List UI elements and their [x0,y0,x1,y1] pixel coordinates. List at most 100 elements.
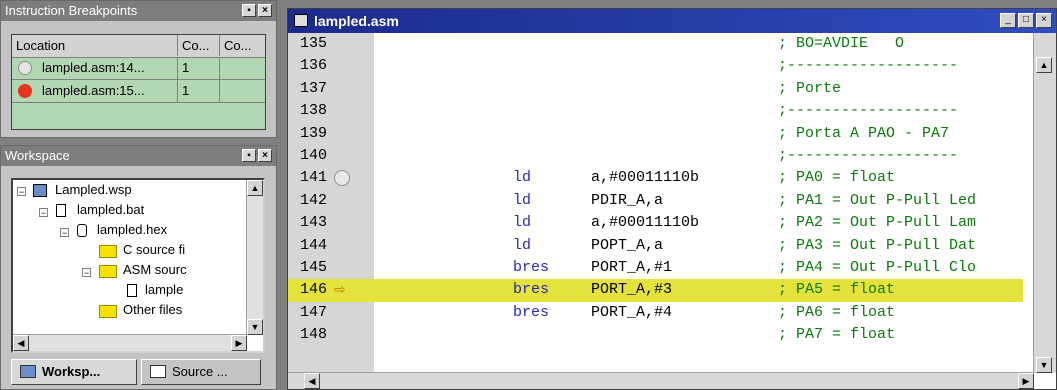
editor-title: lampled.asm [288,9,1056,33]
code-line[interactable]: 145 bres PORT_A,#1 ; PA4 = Out P-Pull Clo [288,257,1023,279]
source-icon [150,365,166,378]
breakpoints-table: Location Co... Co... lampled.asm:14... 1… [11,34,266,130]
editor-title-text: lampled.asm [314,13,399,29]
code-line[interactable]: 142 ld PDIR_A,a ; PA1 = Out P-Pull Led [288,190,1023,212]
editor-window: lampled.asm _ □ × 135 ; BO=AVDIE O 136 ;---… [287,8,1057,390]
comment: ;------------------- [778,102,959,120]
workspace-title: Workspace [1,146,276,166]
scroll-right-icon[interactable]: ▶ [231,335,247,351]
code-line[interactable]: 139 ; Porta A PAO - PA7 [288,123,1023,145]
opcode: bres [513,303,550,321]
tree-item-workspace[interactable]: Lampled.wsp [55,180,132,200]
code-line[interactable]: 147 bres PORT_A,#4 ; PA6 = float [288,302,1023,324]
tab-source[interactable]: Source ... [141,359,261,385]
tree-item-asm-source[interactable]: ASM sourc [123,260,187,280]
line-number: 142 [300,191,328,209]
comment: ; PA3 = Out P-Pull Dat [778,236,977,254]
folder-icon [99,265,117,278]
tree-item-other-files[interactable]: Other files [123,300,182,320]
asm-file-icon [294,14,308,27]
code-line[interactable]: 143 ld a,#00011110b ; PA2 = Out P-Pull Lam [288,212,1023,234]
breakpoint-enabled-icon[interactable] [18,84,32,98]
collapse-icon[interactable]: − [82,268,91,278]
document-icon [56,204,66,217]
comment: ; Porta A PAO - PA7 [778,124,950,142]
operand: PORT_A,#1 [591,259,673,276]
hex-file-icon [77,224,87,237]
breakpoint-marker-icon[interactable] [334,170,350,187]
close-button[interactable]: × [1036,13,1052,28]
scroll-left-icon[interactable]: ◀ [13,335,29,351]
workspace-tree: − Lampled.wsp − lampled.bat − lampled.he… [11,178,265,353]
code-area[interactable]: 135; BO=AVDIE O 136 ;------------------- 13… [288,33,1023,373]
column-location[interactable]: Location [12,35,178,56]
line-number: 147 [300,303,328,321]
comment: ; PA0 = float [778,169,896,187]
workspace-icon [20,365,36,378]
column-condition[interactable]: Co... [220,35,265,56]
scroll-down-icon[interactable]: ▼ [1036,357,1052,373]
current-line-arrow-icon: ⇨ [334,282,346,299]
tab-workspace[interactable]: Worksp... [11,359,137,385]
code-line[interactable]: 144 ld POPT_A,a ; PA3 = Out P-Pull Dat [288,235,1023,257]
comment: ;------------------- [778,147,959,164]
scroll-right-icon[interactable]: ▶ [1018,373,1034,389]
code-line-current[interactable]: 146 bres PORT_A,#3 ; PA5 = float ⇨ [288,279,1023,302]
comment: ;------------------- [778,57,959,75]
line-number: 144 [300,236,328,254]
tab-workspace-label: Worksp... [42,364,101,379]
breakpoint-condition [220,57,265,79]
line-number: 139 [300,124,328,142]
operand: PORT_A,#4 [591,303,673,321]
opcode: ld [513,169,532,187]
tree-item-c-source[interactable]: C source fi [123,240,185,260]
panel-close-button[interactable]: × [258,4,272,17]
breakpoint-location: lampled.asm:14... [38,57,178,79]
tab-source-label: Source ... [172,364,228,379]
breakpoint-row[interactable]: lampled.asm:15... 1 [12,80,265,103]
comment: ; PA2 = Out P-Pull Lam [778,214,977,232]
panel-dock-button[interactable]: ▪ [242,149,256,162]
collapse-icon[interactable]: − [17,187,26,197]
comment: ; PA4 = Out P-Pull Clo [778,259,977,276]
code-line[interactable]: 136 ;------------------- [288,55,1023,77]
breakpoint-row[interactable]: lampled.asm:14... 1 [12,57,265,80]
scroll-down-icon[interactable]: ▼ [247,319,263,335]
minimize-button[interactable]: _ [1000,13,1016,28]
editor-vertical-scrollbar[interactable]: ▲ ▼ [1033,33,1056,373]
operand: a,#00011110b [591,214,700,232]
panel-dock-button[interactable]: ▪ [242,4,256,17]
line-number: 140 [300,147,328,164]
code-line[interactable]: 141 ld a,#00011110b ; PA0 = float [288,167,1023,189]
tree-item-hex[interactable]: lampled.hex [97,220,167,240]
breakpoint-disabled-icon[interactable] [18,61,32,75]
editor-horizontal-scrollbar[interactable]: ◀ ▶ [288,372,1034,389]
column-count[interactable]: Co... [178,35,220,56]
line-number: 138 [300,102,328,120]
tree-item-lampled-asm[interactable]: lample [145,280,183,300]
code-line[interactable]: 137 ; Porte [288,78,1023,100]
breakpoints-panel: Instruction Breakpoints ▪ × Location Co.… [0,0,277,138]
scroll-up-icon[interactable]: ▲ [1036,57,1052,73]
operand: a,#00011110b [591,169,700,187]
code-line[interactable]: 148 ; PA7 = float [288,324,1023,346]
operand: PDIR_A,a [591,191,664,209]
comment: ; PA1 = Out P-Pull Led [778,191,977,209]
panel-close-button[interactable]: × [258,149,272,162]
tree-item-bat[interactable]: lampled.bat [77,200,144,220]
collapse-icon[interactable]: − [60,228,69,238]
tree-vertical-scrollbar[interactable]: ▲ ▼ [246,180,263,335]
folder-icon [99,245,117,258]
line-number: 143 [300,214,328,232]
workspace-icon [33,184,47,197]
code-line[interactable]: 138 ;------------------- [288,100,1023,122]
tree-horizontal-scrollbar[interactable]: ◀ ▶ [13,334,247,351]
code-line[interactable]: 140 ;------------------- [288,145,1023,167]
maximize-button[interactable]: □ [1018,13,1034,28]
line-number: 137 [300,79,328,97]
line-number: 148 [300,326,328,344]
scroll-up-icon[interactable]: ▲ [247,180,263,196]
collapse-icon[interactable]: − [39,208,48,218]
code-line[interactable]: 135 ; BO=AVDIE O [288,33,1023,55]
scroll-left-icon[interactable]: ◀ [304,373,320,389]
